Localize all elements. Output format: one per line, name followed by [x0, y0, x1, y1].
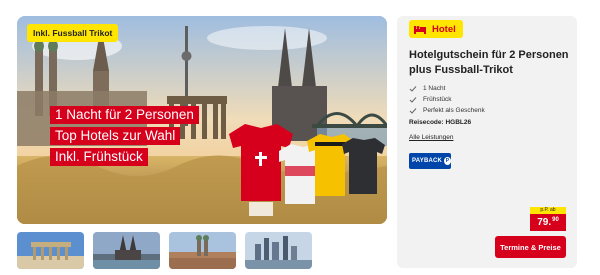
thumbnail-koelner-dom[interactable]: [93, 232, 160, 269]
thumbnail-strip: [17, 232, 312, 269]
dates-prices-button[interactable]: Termine & Preise: [495, 236, 566, 258]
feature-item: Perfekt als Geschenk: [409, 105, 485, 116]
feature-item: 1 Nacht: [409, 83, 485, 94]
trikot-badge: Inkl. Fussball Trikot: [27, 24, 119, 42]
category-tag: Hotel: [409, 20, 463, 38]
headline-line-2: Top Hotels zur Wahl: [50, 127, 181, 145]
check-icon: [409, 96, 417, 103]
muenchen-image: [169, 232, 236, 269]
thumbnail-frankfurt[interactable]: [245, 232, 312, 269]
bed-icon: [414, 26, 426, 34]
headline-line-3: Inkl. Frühstück: [50, 148, 148, 166]
payback-badge: PAYBACK P: [409, 153, 451, 169]
brandenburger-tor-image: [17, 232, 84, 269]
thumbnail-muenchen[interactable]: [169, 232, 236, 269]
price-cents: 90: [552, 216, 559, 223]
payback-logo-icon: P: [444, 157, 451, 165]
koelner-dom-image: [93, 232, 160, 269]
hero-headline: 1 Nacht für 2 Personen Top Hotels zur Wa…: [50, 106, 199, 166]
headline-line-1: 1 Nacht für 2 Personen: [50, 106, 199, 124]
thumbnail-brandenburger-tor[interactable]: [17, 232, 84, 269]
check-icon: [409, 107, 417, 114]
feature-label: 1 Nacht: [423, 85, 446, 92]
category-tag-label: Hotel: [432, 23, 456, 35]
feature-list: 1 Nacht Frühstück Perfekt als Geschenk: [409, 83, 485, 116]
reisecode: Reisecode: HGBL26: [409, 119, 472, 126]
all-services-link[interactable]: Alle Leistungen: [409, 134, 453, 141]
feature-label: Frühstück: [423, 96, 452, 103]
offer-card: Inkl. Fussball Trikot 1 Nacht für 2 Pers…: [0, 0, 600, 275]
feature-item: Frühstück: [409, 94, 485, 105]
price-box: p.P. ab 79. 90: [530, 207, 566, 231]
price-euros: 79.: [537, 217, 552, 228]
offer-title[interactable]: Hotelgutschein für 2 Personen plus Fussb…: [409, 48, 569, 78]
offer-panel: Hotel Hotelgutschein für 2 Personen plus…: [397, 16, 577, 268]
feature-label: Perfekt als Geschenk: [423, 107, 485, 114]
price-value: 79. 90: [530, 214, 566, 231]
hero-image[interactable]: Inkl. Fussball Trikot 1 Nacht für 2 Pers…: [17, 16, 387, 224]
frankfurt-image: [245, 232, 312, 269]
price-from-label: p.P. ab: [530, 207, 566, 214]
payback-label: PAYBACK: [412, 158, 443, 164]
check-icon: [409, 85, 417, 92]
